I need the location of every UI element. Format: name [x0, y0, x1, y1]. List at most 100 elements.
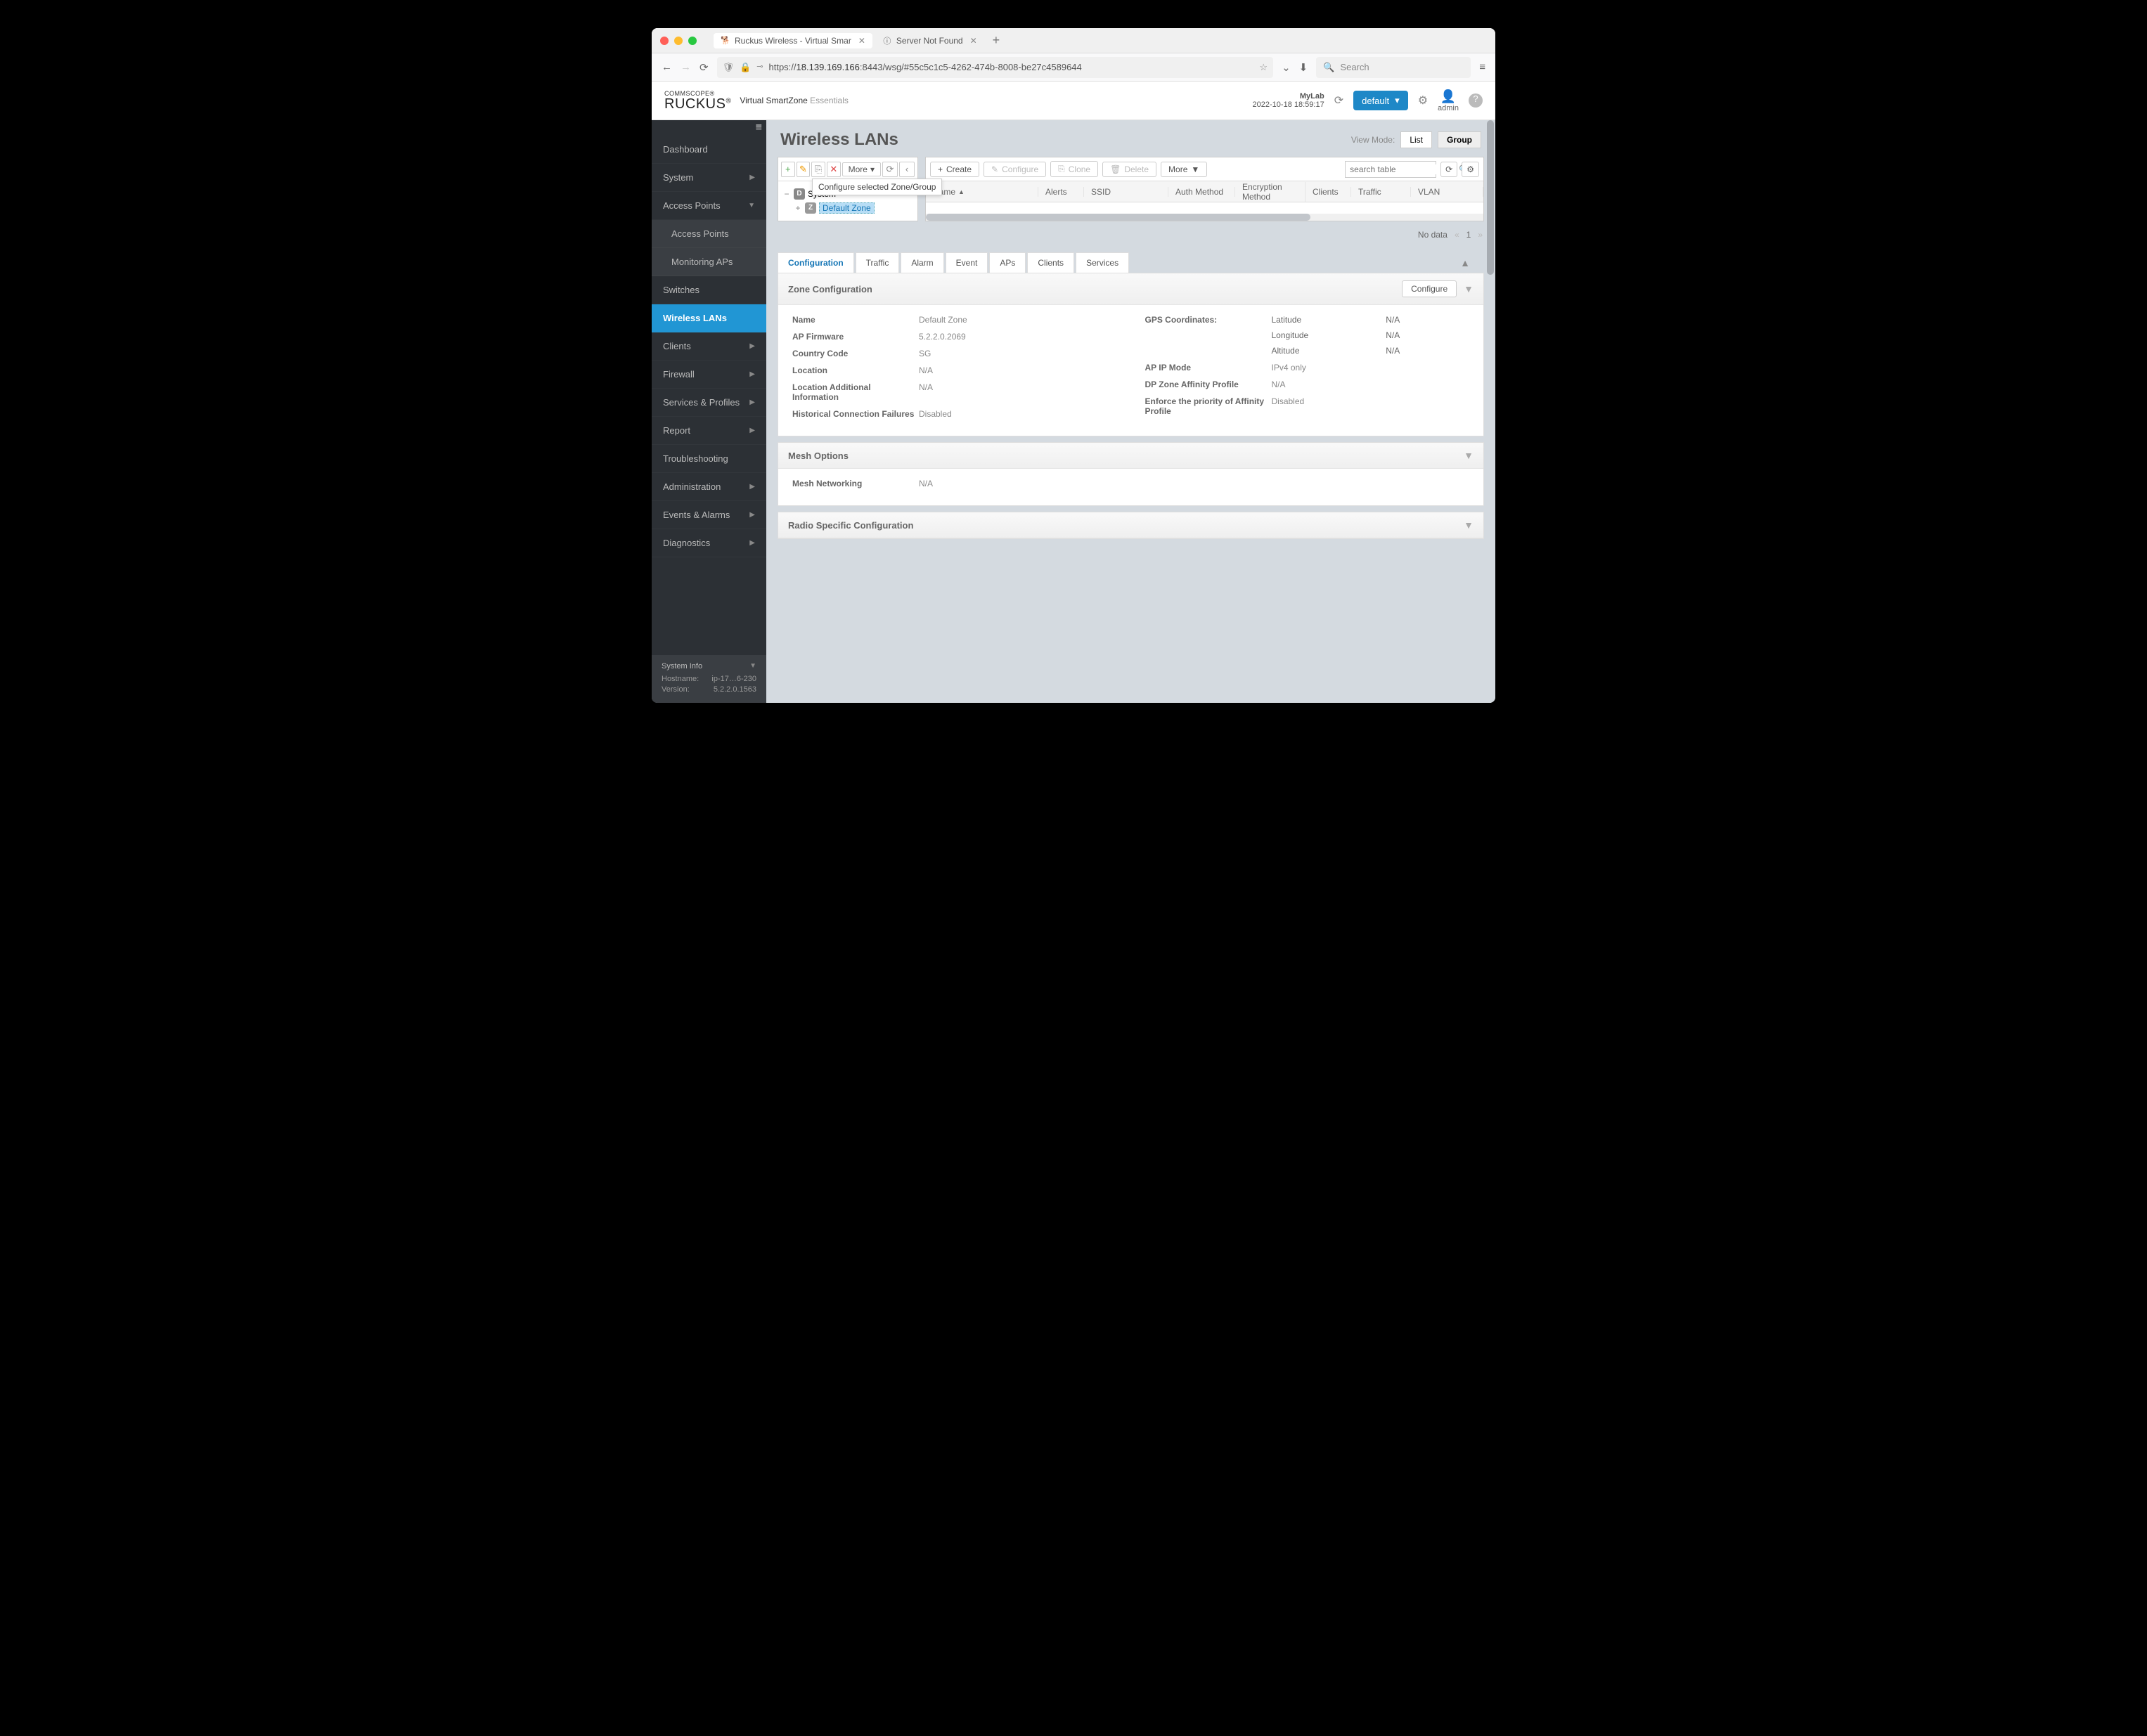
add-button[interactable]: + [781, 162, 795, 177]
tab-title: Ruckus Wireless - Virtual Smar [735, 36, 851, 46]
sidebar-item-wireless-lans[interactable]: Wireless LANs [652, 304, 766, 332]
configure-zone-button[interactable]: Configure [1402, 280, 1457, 297]
sidebar-item-troubleshooting[interactable]: Troubleshooting [652, 445, 766, 473]
sidebar-item-access-points[interactable]: Access Points▼ [652, 192, 766, 220]
reload-icon[interactable]: ⟳ [699, 61, 709, 74]
sidebar-item-clients[interactable]: Clients▶ [652, 332, 766, 361]
collapse-all-icon[interactable]: ▲ [1460, 257, 1484, 268]
close-window[interactable] [660, 37, 669, 45]
sidebar-toggle-icon[interactable]: ≡ [652, 120, 766, 136]
sidebar-item-events-alarms[interactable]: Events & Alarms▶ [652, 501, 766, 529]
clone-button[interactable]: ⎘Clone [1050, 161, 1098, 177]
close-tab-icon[interactable]: ✕ [970, 36, 977, 46]
delete-button[interactable]: 🗑Delete [1102, 162, 1156, 177]
clone-button[interactable]: ⎘ [811, 162, 825, 177]
col-alerts[interactable]: Alerts [1038, 187, 1084, 197]
view-group-button[interactable]: Group [1438, 131, 1481, 148]
collapse-section-icon[interactable]: ▼ [1464, 519, 1474, 531]
url-bar[interactable]: 🛡 🔒 ⊸ https://18.139.169.166:8443/wsg/#5… [717, 57, 1274, 78]
tab-traffic[interactable]: Traffic [856, 252, 900, 273]
user-menu[interactable]: 👤 admin [1438, 89, 1459, 112]
create-button[interactable]: +Create [930, 162, 979, 177]
col-auth[interactable]: Auth Method [1168, 187, 1235, 197]
help-icon[interactable]: ? [1469, 93, 1483, 108]
browser-navbar: ← → ⟳ 🛡 🔒 ⊸ https://18.139.169.166:8443/… [652, 53, 1495, 82]
menu-icon[interactable]: ≡ [1479, 61, 1485, 73]
pocket-icon[interactable]: ⌄ [1282, 61, 1291, 74]
new-tab-button[interactable]: + [987, 33, 1006, 48]
bookmark-icon[interactable]: ☆ [1259, 62, 1268, 73]
lock-icon[interactable]: 🔒 [740, 62, 751, 73]
grid-search[interactable]: 🔍 [1345, 161, 1436, 178]
system-info-panel: System Info▼ Hostname:ip-17…6-230 Versio… [652, 655, 766, 703]
sidebar-item-administration[interactable]: Administration▶ [652, 473, 766, 501]
refresh-icon[interactable]: ⟳ [1334, 93, 1343, 108]
sort-asc-icon: ▲ [958, 188, 965, 195]
collapse-tree-icon[interactable]: ‹ [899, 162, 915, 177]
sidebar: ≡ Dashboard System▶ Access Points▼ Acces… [652, 120, 766, 703]
more-button[interactable]: More ▼ [1161, 162, 1207, 177]
sidebar-item-access-points-sub[interactable]: Access Points [652, 220, 766, 248]
tab-clients[interactable]: Clients [1027, 252, 1074, 273]
filter-dropdown[interactable]: default▾ [1353, 91, 1408, 110]
refresh-tree-icon[interactable]: ⟳ [882, 162, 898, 177]
col-traffic[interactable]: Traffic [1351, 187, 1411, 197]
grid-header: Name ▲ Alerts SSID Auth Method Encryptio… [926, 181, 1483, 202]
caret-down-icon[interactable]: ▼ [749, 662, 756, 671]
close-tab-icon[interactable]: ✕ [858, 36, 865, 46]
sidebar-item-diagnostics[interactable]: Diagnostics▶ [652, 529, 766, 557]
sidebar-item-firewall[interactable]: Firewall▶ [652, 361, 766, 389]
download-icon[interactable]: ⬇ [1299, 61, 1308, 74]
tree-toolbar: + ✎ ⎘ ✕ More ▾ ⟳ ‹ Configure selected Zo… [778, 157, 917, 181]
edit-button[interactable]: ✎ [797, 162, 811, 177]
col-name[interactable]: Name ▲ [926, 187, 1038, 197]
col-encryption[interactable]: Encryption Method [1235, 182, 1305, 202]
radio-specific-section: Radio Specific Configuration ▼ [778, 512, 1484, 539]
browser-search[interactable]: 🔍 Search [1316, 57, 1471, 78]
sidebar-item-report[interactable]: Report▶ [652, 417, 766, 445]
grid-refresh-icon[interactable]: ⟳ [1440, 162, 1457, 177]
col-clients[interactable]: Clients [1305, 187, 1351, 197]
sidebar-item-services-profiles[interactable]: Services & Profiles▶ [652, 389, 766, 417]
browser-tab-error[interactable]: ⓘ Server Not Found ✕ [875, 33, 984, 48]
grid-hscrollbar[interactable] [926, 214, 1483, 221]
back-icon[interactable]: ← [662, 61, 672, 73]
collapse-section-icon[interactable]: ▼ [1464, 283, 1474, 294]
browser-tab-ruckus[interactable]: 🐕 Ruckus Wireless - Virtual Smar ✕ [714, 33, 872, 48]
tab-event[interactable]: Event [946, 252, 988, 273]
tab-aps[interactable]: APs [989, 252, 1026, 273]
chevron-down-icon: ▾ [1395, 95, 1400, 106]
tree-node-default-zone[interactable]: + Z Default Zone [782, 201, 913, 215]
search-placeholder: Search [1340, 62, 1369, 72]
gear-icon[interactable]: ⚙ [1418, 93, 1428, 108]
expand-icon[interactable]: + [794, 203, 802, 213]
configure-button[interactable]: ✎Configure [984, 162, 1046, 177]
col-vlan[interactable]: VLAN [1411, 187, 1483, 197]
collapse-section-icon[interactable]: ▼ [1464, 450, 1474, 461]
tab-configuration[interactable]: Configuration [778, 252, 854, 273]
detail-tabs: Configuration Traffic Alarm Event APs Cl… [766, 244, 1495, 273]
forward-icon[interactable]: → [681, 61, 691, 73]
more-button[interactable]: More ▾ [842, 162, 881, 176]
view-list-button[interactable]: List [1400, 131, 1432, 148]
shield-icon[interactable]: 🛡 [723, 62, 735, 73]
delete-button[interactable]: ✕ [827, 162, 841, 177]
sidebar-item-dashboard[interactable]: Dashboard [652, 136, 766, 164]
product-name: Virtual SmartZone Essentials [740, 96, 849, 105]
prev-page[interactable]: « [1455, 230, 1459, 240]
scrollbar[interactable] [1487, 120, 1494, 703]
col-ssid[interactable]: SSID [1084, 187, 1168, 197]
tab-services[interactable]: Services [1076, 252, 1129, 273]
maximize-window[interactable] [688, 37, 697, 45]
grid-settings-icon[interactable]: ⚙ [1462, 162, 1479, 177]
zone-tree-panel: + ✎ ⎘ ✕ More ▾ ⟳ ‹ Configure selected Zo… [778, 157, 918, 221]
sidebar-item-switches[interactable]: Switches [652, 276, 766, 304]
ruckus-favicon-icon: 🐕 [721, 36, 730, 46]
sidebar-item-system[interactable]: System▶ [652, 164, 766, 192]
key-icon[interactable]: ⊸ [756, 62, 763, 73]
minimize-window[interactable] [674, 37, 683, 45]
collapse-icon[interactable]: − [782, 189, 791, 199]
sidebar-item-monitoring-aps[interactable]: Monitoring APs [652, 248, 766, 276]
next-page[interactable]: » [1478, 230, 1483, 240]
tab-alarm[interactable]: Alarm [901, 252, 943, 273]
